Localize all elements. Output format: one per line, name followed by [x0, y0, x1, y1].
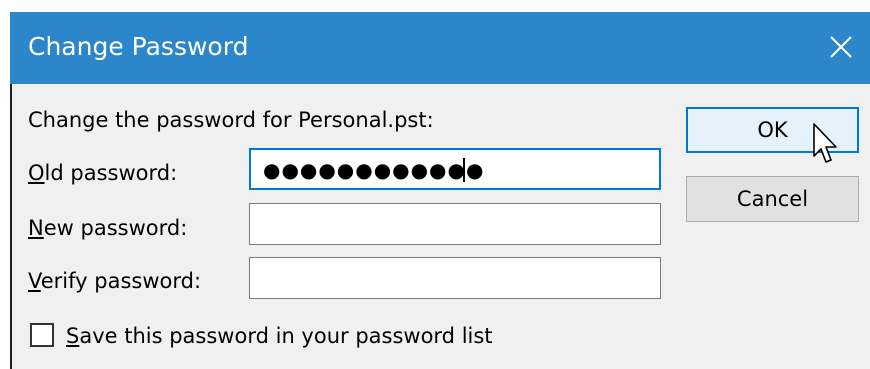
- text-caret: [463, 158, 465, 182]
- new-password-label-text: ew password:: [43, 216, 188, 240]
- close-icon: [830, 36, 852, 58]
- window-title: Change Password: [28, 32, 249, 61]
- new-password-label-mnemonic: N: [28, 216, 44, 240]
- cancel-button[interactable]: Cancel: [686, 176, 859, 222]
- mouse-pointer-icon: [813, 123, 837, 163]
- old-password-value: ●●●●●●●●●●●●: [263, 158, 485, 182]
- verify-password-label-text: erify password:: [40, 269, 202, 293]
- save-password-checkbox[interactable]: [30, 323, 54, 347]
- old-password-field[interactable]: ●●●●●●●●●●●●: [249, 148, 661, 190]
- verify-password-label-mnemonic: V: [28, 269, 41, 293]
- old-password-label-text: ld password:: [44, 161, 178, 185]
- title-bar: Change Password: [10, 12, 870, 84]
- prompt-text: Change the password for Personal.pst:: [28, 108, 434, 132]
- verify-password-label: Verify password:: [28, 268, 201, 294]
- save-password-label-text: ave this password in your password list: [79, 324, 493, 348]
- close-button[interactable]: [814, 12, 870, 84]
- change-password-dialog: Change Password Change the password for …: [10, 12, 870, 369]
- old-password-label-mnemonic: O: [28, 161, 45, 185]
- old-password-label: Old password:: [28, 160, 177, 186]
- new-password-field[interactable]: [249, 203, 661, 245]
- save-password-label-mnemonic: S: [66, 324, 80, 348]
- dialog-left-border: [10, 84, 12, 369]
- verify-password-field[interactable]: [249, 257, 661, 299]
- save-password-label[interactable]: Save this password in your password list: [66, 323, 493, 349]
- new-password-label: New password:: [28, 215, 187, 241]
